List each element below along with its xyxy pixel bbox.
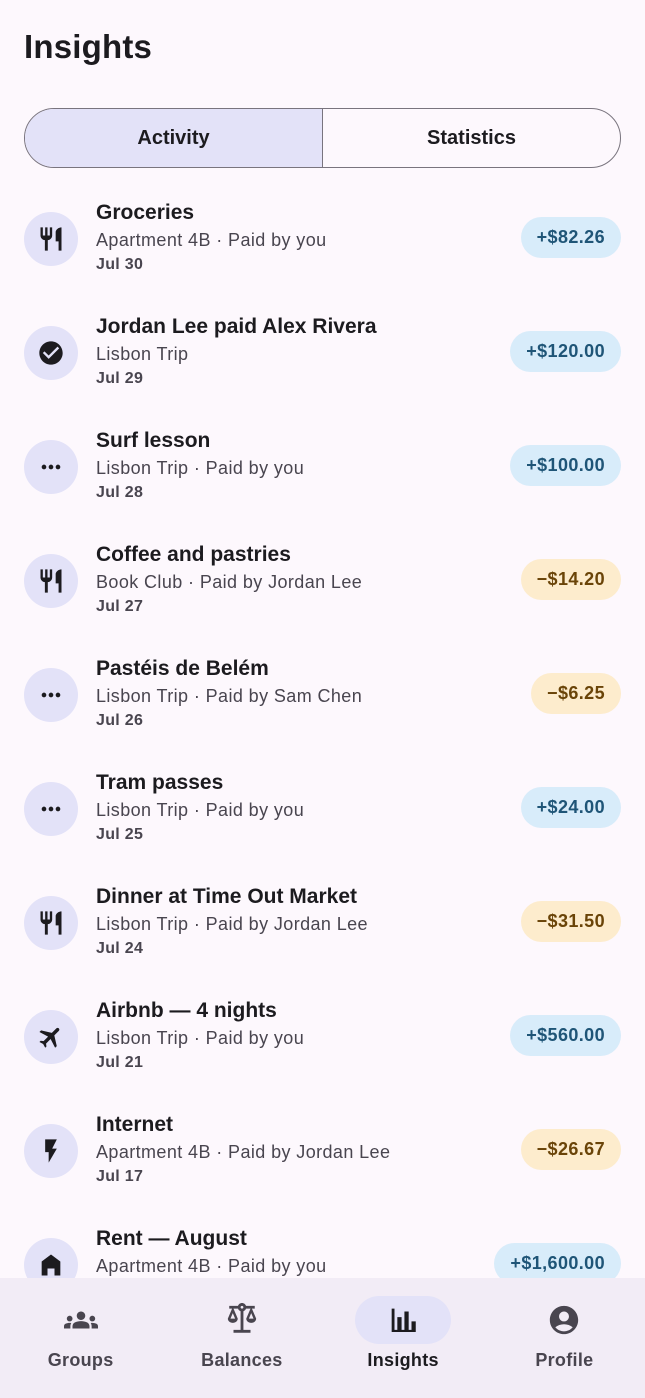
activity-item[interactable]: Jordan Lee paid Alex Rivera Lisbon Trip … bbox=[0, 294, 645, 408]
amount-badge: −$14.20 bbox=[520, 559, 621, 600]
activity-subtitle: Apartment 4B · Paid by you bbox=[96, 1256, 327, 1276]
activity-subtitle: Lisbon Trip · Paid by Sam Chen bbox=[96, 686, 363, 706]
activity-title: Surf lesson bbox=[96, 429, 211, 452]
nav-groups[interactable]: Groups bbox=[0, 1278, 161, 1398]
activity-item[interactable]: Rent — August Apartment 4B · Paid by you… bbox=[0, 1206, 645, 1278]
activity-title: Dinner at Time Out Market bbox=[96, 885, 358, 908]
activity-item[interactable]: Dinner at Time Out Market Lisbon Trip · … bbox=[0, 864, 645, 978]
activity-title: Internet bbox=[96, 1113, 174, 1136]
groups-icon bbox=[33, 1296, 129, 1344]
amount-badge: +$560.00 bbox=[510, 1015, 621, 1056]
activity-title: Jordan Lee paid Alex Rivera bbox=[96, 315, 377, 338]
amount-badge: −$31.50 bbox=[520, 901, 621, 942]
account-circle-icon bbox=[516, 1296, 612, 1344]
nav-label: Balances bbox=[201, 1350, 283, 1370]
activity-subtitle: Lisbon Trip · Paid by you bbox=[96, 1028, 305, 1048]
page-title: Insights bbox=[24, 28, 153, 65]
activity-title: Rent — August bbox=[96, 1227, 247, 1250]
restaurant-icon bbox=[24, 896, 78, 950]
amount-badge: −$6.25 bbox=[531, 673, 621, 714]
amount-badge: +$1,600.00 bbox=[494, 1243, 621, 1278]
activity-subtitle: Book Club · Paid by Jordan Lee bbox=[96, 572, 363, 592]
nav-insights[interactable]: Insights bbox=[323, 1278, 484, 1398]
more-horiz-icon bbox=[24, 440, 78, 494]
activity-list[interactable]: Groceries Apartment 4B · Paid by you Jul… bbox=[0, 180, 645, 1278]
activity-title: Coffee and pastries bbox=[96, 543, 291, 566]
activity-subtitle: Lisbon Trip · Paid by you bbox=[96, 458, 305, 478]
activity-date: Jul 29 bbox=[96, 370, 144, 387]
more-horiz-icon bbox=[24, 668, 78, 722]
activity-date: Jul 24 bbox=[96, 940, 144, 957]
activity-subtitle: Apartment 4B · Paid by you bbox=[96, 230, 327, 250]
activity-date: Jul 27 bbox=[96, 598, 144, 615]
activity-subtitle: Lisbon Trip bbox=[96, 344, 189, 364]
restaurant-icon bbox=[24, 212, 78, 266]
activity-title: Tram passes bbox=[96, 771, 224, 794]
activity-item[interactable]: Internet Apartment 4B · Paid by Jordan L… bbox=[0, 1092, 645, 1206]
activity-item[interactable]: Groceries Apartment 4B · Paid by you Jul… bbox=[0, 180, 645, 294]
amount-badge: +$100.00 bbox=[510, 445, 621, 486]
amount-badge: +$120.00 bbox=[510, 331, 621, 372]
activity-item[interactable]: Surf lesson Lisbon Trip · Paid by you Ju… bbox=[0, 408, 645, 522]
flight-icon bbox=[24, 1010, 78, 1064]
activity-date: Jul 25 bbox=[96, 826, 144, 843]
activity-subtitle: Lisbon Trip · Paid by Jordan Lee bbox=[96, 914, 368, 934]
activity-item[interactable]: Tram passes Lisbon Trip · Paid by you Ju… bbox=[0, 750, 645, 864]
activity-item[interactable]: Coffee and pastries Book Club · Paid by … bbox=[0, 522, 645, 636]
activity-title: Airbnb — 4 nights bbox=[96, 999, 277, 1022]
nav-label: Profile bbox=[535, 1350, 594, 1370]
nav-label: Groups bbox=[47, 1350, 114, 1370]
bottom-navigation: Groups Balances Insights Profile bbox=[0, 1278, 645, 1398]
nav-profile[interactable]: Profile bbox=[484, 1278, 645, 1398]
nav-label: Insights bbox=[367, 1350, 439, 1370]
activity-item[interactable]: Pastéis de Belém Lisbon Trip · Paid by S… bbox=[0, 636, 645, 750]
check-circle-icon bbox=[24, 326, 78, 380]
activity-title: Pastéis de Belém bbox=[96, 657, 269, 680]
tab-statistics[interactable]: Statistics bbox=[323, 109, 620, 167]
tab-activity[interactable]: Activity bbox=[25, 109, 323, 167]
bolt-icon bbox=[24, 1124, 78, 1178]
nav-balances[interactable]: Balances bbox=[161, 1278, 322, 1398]
amount-badge: −$26.67 bbox=[520, 1129, 621, 1170]
activity-item[interactable]: Airbnb — 4 nights Lisbon Trip · Paid by … bbox=[0, 978, 645, 1092]
amount-badge: +$82.26 bbox=[520, 217, 621, 258]
restaurant-icon bbox=[24, 554, 78, 608]
more-horiz-icon bbox=[24, 782, 78, 836]
activity-title: Groceries bbox=[96, 201, 195, 224]
view-toggle: Activity Statistics bbox=[24, 108, 621, 168]
amount-badge: +$24.00 bbox=[520, 787, 621, 828]
activity-subtitle: Apartment 4B · Paid by Jordan Lee bbox=[96, 1142, 391, 1162]
activity-date: Jul 17 bbox=[96, 1168, 144, 1185]
activity-date: Jul 30 bbox=[96, 256, 144, 273]
activity-subtitle: Lisbon Trip · Paid by you bbox=[96, 800, 305, 820]
activity-date: Jul 26 bbox=[96, 712, 144, 729]
bar-chart-icon bbox=[355, 1296, 452, 1344]
activity-date: Jul 28 bbox=[96, 484, 144, 501]
balance-scale-icon bbox=[194, 1296, 290, 1344]
home-icon bbox=[24, 1238, 78, 1278]
activity-date: Jul 21 bbox=[96, 1054, 144, 1071]
